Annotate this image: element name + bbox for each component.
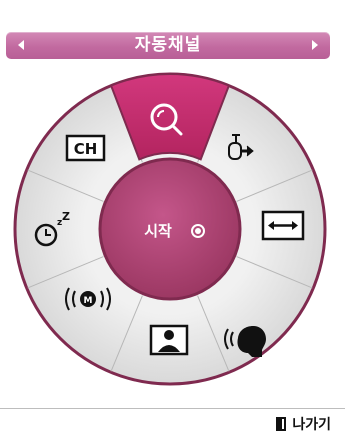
- arrow-left-icon[interactable]: [18, 40, 24, 50]
- arrow-right-icon[interactable]: [312, 40, 318, 50]
- portrait-icon: [149, 324, 189, 356]
- menu-title: 자동채널: [134, 35, 202, 55]
- channel-label: CH: [74, 140, 98, 158]
- start-label: 시작: [144, 222, 172, 240]
- timer-z-label: Z: [62, 210, 70, 223]
- channel-box-icon: CH: [65, 134, 106, 162]
- exit-label: 나가기: [292, 417, 331, 433]
- mts-label: M: [84, 296, 93, 306]
- double-arrow-icon: [261, 210, 305, 241]
- title-bar: 자동채널: [6, 32, 330, 59]
- start-button[interactable]: 시작: [98, 157, 242, 301]
- exit-button[interactable]: 나가기: [276, 412, 331, 436]
- door-exit-icon: [276, 417, 287, 431]
- menu-wheel: 시작 M z Z CH: [13, 72, 327, 386]
- footer-divider: [0, 408, 345, 409]
